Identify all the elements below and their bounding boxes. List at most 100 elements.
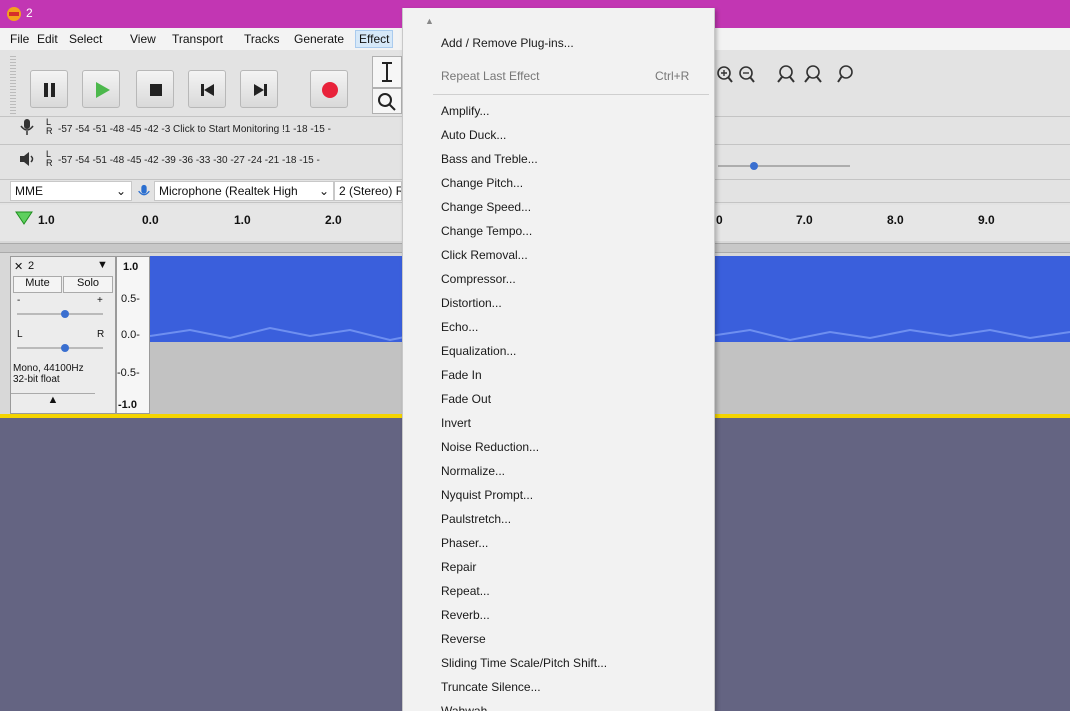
solo-button[interactable]: Solo (63, 276, 113, 293)
menu-tracks[interactable]: Tracks (244, 32, 280, 50)
skip-to-start-icon (201, 84, 214, 96)
pan-right-label: R (97, 329, 105, 340)
menu-scroll-up-icon[interactable]: ▲ (425, 16, 434, 26)
gain-thumb[interactable] (61, 310, 69, 318)
recording-channels-value: 2 (Stereo) R (339, 184, 402, 198)
effect-menu-item[interactable]: Compressor... (441, 272, 516, 286)
skip-to-end-button[interactable] (240, 70, 278, 108)
audacity-app-icon (7, 7, 21, 21)
effect-menu-item[interactable]: Reverb... (441, 608, 490, 622)
effect-menu-item[interactable]: Bass and Treble... (441, 152, 538, 166)
menu-edit[interactable]: Edit (37, 32, 58, 50)
fit-selection-icon[interactable] (777, 65, 795, 83)
microphone-icon[interactable] (18, 118, 36, 136)
mute-button[interactable]: Mute (13, 276, 62, 293)
effect-menu-item[interactable]: Fade In (441, 368, 482, 382)
effect-menu-item[interactable]: Paulstretch... (441, 512, 511, 526)
effect-menu-item[interactable]: Noise Reduction... (441, 440, 539, 454)
zoom-in-icon[interactable] (717, 66, 733, 83)
playback-speed-slider[interactable] (716, 154, 856, 172)
play-head-icon[interactable] (14, 210, 34, 226)
menu-separator (433, 94, 709, 95)
pause-icon (44, 83, 55, 97)
pause-button[interactable] (30, 70, 68, 108)
record-meter-lr: LR (46, 118, 53, 136)
effect-menu-item[interactable]: Phaser... (441, 536, 488, 550)
record-meter-scale[interactable]: -57 -54 -51 -48 -45 -42 -3 Click to Star… (58, 124, 331, 135)
effect-menu-item[interactable]: Equalization... (441, 344, 516, 358)
zoom-out-icon[interactable] (739, 66, 755, 83)
recording-device-value: Microphone (Realtek High (159, 184, 298, 198)
effect-menu-item[interactable]: Change Speed... (441, 200, 531, 214)
collapse-track-button[interactable]: ▲ (11, 393, 95, 413)
speaker-icon[interactable] (18, 150, 36, 168)
menu-select[interactable]: Select (69, 32, 102, 50)
audio-host-value: MME (15, 184, 43, 198)
slider-thumb[interactable] (750, 162, 758, 170)
effect-menu-item[interactable]: Add / Remove Plug-ins... (441, 36, 574, 50)
menu-generate[interactable]: Generate (294, 32, 344, 50)
effect-menu-item[interactable]: Auto Duck... (441, 128, 506, 142)
effect-menu-item[interactable]: Wahwah... (441, 704, 497, 711)
menu-effect[interactable]: Effect (355, 30, 394, 48)
pan-thumb[interactable] (61, 344, 69, 352)
effect-menu-item[interactable]: Click Removal... (441, 248, 528, 262)
repeat-last-effect-shortcut: Ctrl+R (655, 69, 690, 83)
recording-device-dropdown[interactable]: Microphone (Realtek High ⌄ (154, 181, 334, 201)
stop-button[interactable] (136, 70, 174, 108)
effect-menu-item[interactable]: Normalize... (441, 464, 505, 478)
play-meter-lr: LR (46, 150, 53, 168)
play-meter-scale[interactable]: -57 -54 -51 -48 -45 -42 -39 -36 -33 -30 … (58, 155, 320, 166)
effect-menu-item: Repeat Last Effect (441, 69, 540, 83)
amplitude-ruler: 1.0 0.5- 0.0- -0.5- -1.0 (116, 256, 150, 414)
track-close-button[interactable]: ✕ (14, 260, 23, 273)
timeline-label: 1.0 (38, 213, 55, 227)
effect-menu-item[interactable]: Change Tempo... (441, 224, 532, 238)
effect-menu-item[interactable]: Distortion... (441, 296, 502, 310)
effect-menu-item[interactable]: Invert (441, 416, 471, 430)
track-control-panel: ✕ 2 ▼ Mute Solo - + L R Mono, 44100Hz 32-… (10, 256, 116, 414)
effect-menu-item[interactable]: Change Pitch... (441, 176, 523, 190)
effect-menu-item[interactable]: Nyquist Prompt... (441, 488, 533, 502)
effect-menu-item[interactable]: Amplify... (441, 104, 489, 118)
pan-left-label: L (17, 329, 23, 340)
timeline-label: 8.0 (887, 213, 904, 227)
track-bit-depth: 32-bit float (13, 374, 60, 385)
stop-icon (150, 84, 162, 96)
zoom-toggle-icon[interactable] (837, 65, 853, 83)
effect-menu-item[interactable]: Truncate Silence... (441, 680, 541, 694)
timeline-label: 1.0 (234, 213, 251, 227)
menu-transport[interactable]: Transport (172, 32, 223, 50)
menu-file[interactable]: File (10, 32, 29, 50)
record-meter-r: R (46, 126, 53, 136)
effect-menu-item[interactable]: Echo... (441, 320, 478, 334)
gain-slider[interactable] (15, 309, 107, 319)
effect-menu: ▲ Ctrl+R Add / Remove Plug-ins... Repeat … (402, 8, 715, 711)
menu-view[interactable]: View (130, 32, 156, 50)
track-sample-rate: Mono, 44100Hz (13, 363, 84, 374)
effect-menu-item[interactable]: Repair (441, 560, 476, 574)
audio-host-dropdown[interactable]: MME ⌄ (10, 181, 132, 201)
zoom-toolbar-icons[interactable] (716, 64, 866, 86)
play-button[interactable] (82, 70, 120, 108)
effect-menu-item[interactable]: Repeat... (441, 584, 490, 598)
record-button[interactable] (310, 70, 348, 108)
track-name[interactable]: 2 (28, 260, 34, 272)
zoom-tool-button[interactable] (372, 88, 402, 114)
pan-slider[interactable] (15, 343, 107, 353)
track-format-info: Mono, 44100Hz 32-bit float (13, 363, 84, 385)
play-meter-r: R (46, 158, 53, 168)
recording-channels-dropdown[interactable]: 2 (Stereo) R (334, 181, 402, 201)
fit-project-icon[interactable] (804, 65, 822, 83)
track-menu-chevron-icon[interactable]: ▼ (97, 259, 108, 271)
play-icon (96, 82, 110, 98)
selection-tool-button[interactable] (372, 56, 402, 88)
i-beam-icon (382, 62, 392, 82)
amp-label: 0.0- (121, 329, 140, 341)
effect-menu-item[interactable]: Sliding Time Scale/Pitch Shift... (441, 656, 607, 670)
effect-menu-item[interactable]: Fade Out (441, 392, 491, 406)
timeline-label: 9.0 (978, 213, 995, 227)
toolbar-grip[interactable] (10, 56, 16, 114)
skip-to-start-button[interactable] (188, 70, 226, 108)
effect-menu-item[interactable]: Reverse (441, 632, 486, 646)
